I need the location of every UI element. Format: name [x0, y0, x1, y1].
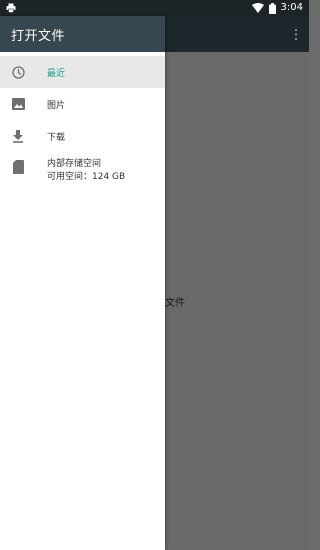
- navigation-drawer: 打开文件 最近 图片 下载 内部存储空间 可用空间：124 GB: [0, 16, 165, 550]
- battery-icon: [268, 2, 276, 14]
- download-icon: [11, 129, 25, 143]
- status-bar: 3:04: [0, 0, 309, 16]
- wifi-icon: [251, 3, 264, 13]
- drawer-item-internal-storage[interactable]: 内部存储空间 可用空间：124 GB: [0, 152, 165, 190]
- sd-card-icon: [11, 160, 25, 174]
- drawer-item-label: 最近: [47, 68, 66, 79]
- clock-icon: [11, 65, 25, 79]
- drawer-item-label: 下载: [47, 132, 66, 143]
- status-time: 3:04: [280, 2, 303, 13]
- drawer-item-recent[interactable]: 最近: [0, 56, 165, 88]
- drawer-list: 最近 图片 下载 内部存储空间 可用空间：124 GB: [0, 56, 165, 190]
- printer-icon: [6, 3, 16, 13]
- drawer-item-label: 图片: [47, 100, 66, 111]
- drawer-item-images[interactable]: 图片: [0, 88, 165, 120]
- image-icon: [11, 97, 25, 111]
- empty-state-text: 文件: [165, 298, 185, 309]
- drawer-title: 打开文件: [11, 29, 66, 44]
- status-right: 3:04: [251, 1, 303, 15]
- scrim[interactable]: [165, 52, 309, 550]
- more-vert-icon[interactable]: [294, 28, 298, 41]
- drawer-item-label: 内部存储空间: [47, 159, 102, 169]
- storage-text: 内部存储空间 可用空间：124 GB: [47, 158, 125, 184]
- main-toolbar: [165, 16, 309, 52]
- drawer-item-downloads[interactable]: 下载: [0, 120, 165, 152]
- storage-free-space: 可用空间：124 GB: [47, 172, 126, 182]
- drawer-header: 打开文件: [0, 16, 165, 52]
